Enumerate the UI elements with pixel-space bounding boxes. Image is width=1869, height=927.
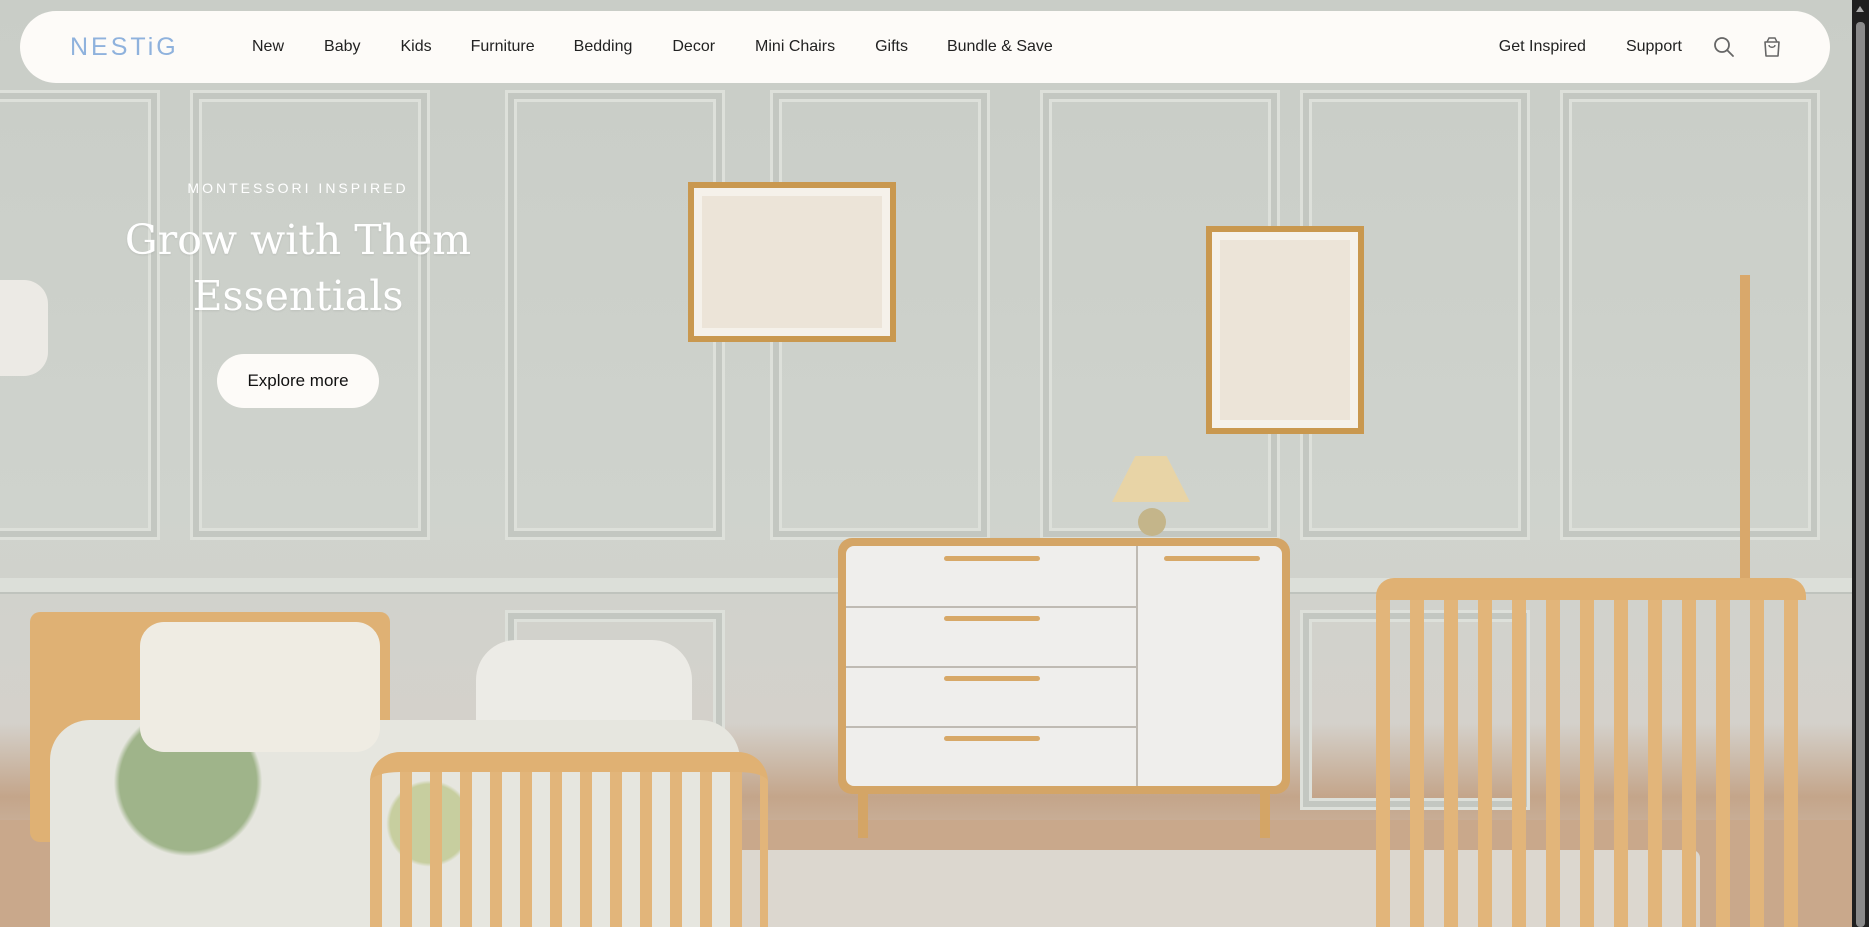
main-nav: New Baby Kids Furniture Bedding Decor Mi… <box>252 11 1053 83</box>
nav-item-furniture[interactable]: Furniture <box>471 38 535 56</box>
site-header: NESTiG New Baby Kids Furniture Bedding D… <box>20 11 1830 83</box>
nav-item-mini-chairs[interactable]: Mini Chairs <box>755 38 835 56</box>
nav-item-decor[interactable]: Decor <box>672 38 715 56</box>
wall-panel <box>1560 90 1820 540</box>
search-icon[interactable] <box>1712 35 1736 59</box>
nav-item-bedding[interactable]: Bedding <box>574 38 633 56</box>
nav-item-new[interactable]: New <box>252 38 284 56</box>
dresser-leg <box>858 790 868 838</box>
cart-icon[interactable] <box>1760 35 1784 59</box>
vase <box>0 280 48 376</box>
hero-banner: MONTESSORI INSPIRED Grow with Them Essen… <box>0 0 1852 927</box>
nav-item-support[interactable]: Support <box>1626 38 1682 56</box>
nav-item-get-inspired[interactable]: Get Inspired <box>1499 38 1586 56</box>
logo[interactable]: NESTiG <box>70 33 179 62</box>
scrollbar-thumb[interactable] <box>1856 22 1865 927</box>
mobile-arm <box>1740 275 1750 595</box>
explore-more-button[interactable]: Explore more <box>217 354 379 408</box>
secondary-nav: Get Inspired Support <box>1499 11 1682 83</box>
hero-headline-line1: Grow with Them <box>124 216 472 264</box>
nav-item-gifts[interactable]: Gifts <box>875 38 908 56</box>
constellation-art-frame <box>688 182 896 342</box>
dresser <box>838 538 1290 794</box>
scroll-up-arrow[interactable] <box>1856 6 1864 12</box>
crib <box>1376 578 1806 927</box>
hero-headline-line2: Essentials <box>192 272 404 320</box>
hero-headline: Grow with Them Essentials <box>98 212 498 324</box>
planets-art-frame <box>1206 226 1364 434</box>
dresser-leg <box>1260 790 1270 838</box>
pillow <box>140 622 380 752</box>
scrollbar[interactable] <box>1852 0 1869 927</box>
hero-eyebrow: MONTESSORI INSPIRED <box>187 180 409 196</box>
hero-text-block: MONTESSORI INSPIRED Grow with Them Essen… <box>98 180 498 408</box>
nav-item-baby[interactable]: Baby <box>324 38 360 56</box>
nav-item-bundle-save[interactable]: Bundle & Save <box>947 38 1053 56</box>
bed-rail <box>370 752 768 927</box>
lamp-base <box>1138 508 1166 536</box>
nav-item-kids[interactable]: Kids <box>400 38 431 56</box>
